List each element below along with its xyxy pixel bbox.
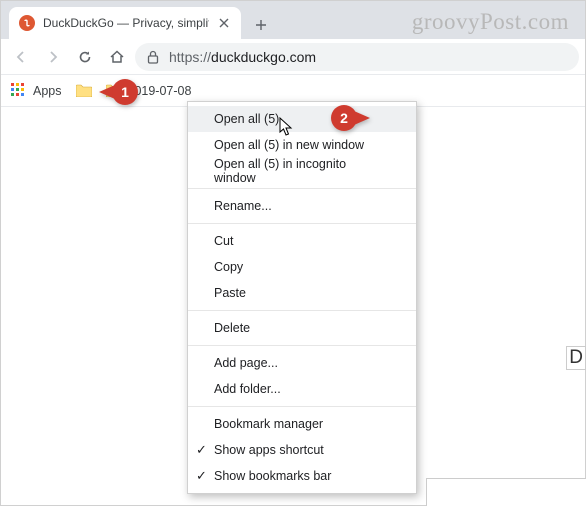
separator (188, 406, 416, 407)
ctx-paste[interactable]: Paste (188, 280, 416, 306)
ctx-rename[interactable]: Rename... (188, 193, 416, 219)
ctx-open-all[interactable]: Open all (5) (188, 106, 416, 132)
watermark-text: groovyPost.com (412, 9, 569, 35)
ctx-delete[interactable]: Delete (188, 315, 416, 341)
apps-shortcut[interactable]: Apps (11, 83, 62, 99)
separator (188, 345, 416, 346)
context-menu: Open all (5) Open all (5) in new window … (187, 101, 417, 494)
separator (188, 310, 416, 311)
callout-1: 1 (99, 79, 138, 105)
apps-label: Apps (33, 84, 62, 98)
ctx-add-page[interactable]: Add page... (188, 350, 416, 376)
ctx-show-bookmarks-bar[interactable]: ✓Show bookmarks bar (188, 463, 416, 489)
ctx-show-apps-shortcut[interactable]: ✓Show apps shortcut (188, 437, 416, 463)
home-button[interactable] (103, 43, 131, 71)
check-icon: ✓ (196, 442, 207, 458)
separator (188, 223, 416, 224)
page-edge-letter: D (566, 346, 586, 370)
page-edge-box (426, 478, 586, 506)
address-bar[interactable]: https://duckduckgo.com (135, 43, 579, 71)
check-icon: ✓ (196, 468, 207, 484)
callout-2: 2 (331, 105, 370, 131)
ctx-cut[interactable]: Cut (188, 228, 416, 254)
ctx-bookmark-manager[interactable]: Bookmark manager (188, 411, 416, 437)
apps-icon (11, 83, 27, 99)
toolbar: https://duckduckgo.com (1, 39, 585, 75)
bookmark-folder-empty[interactable] (76, 84, 92, 97)
browser-tab[interactable]: DuckDuckGo — Privacy, simplifie (9, 7, 241, 39)
separator (188, 188, 416, 189)
ctx-open-all-incognito[interactable]: Open all (5) in incognito window (188, 158, 416, 184)
url-text: https://duckduckgo.com (169, 49, 316, 65)
back-button[interactable] (7, 43, 35, 71)
ctx-open-all-new-window[interactable]: Open all (5) in new window (188, 132, 416, 158)
duckduckgo-favicon (19, 15, 35, 31)
ctx-add-folder[interactable]: Add folder... (188, 376, 416, 402)
folder-icon (76, 84, 92, 97)
lock-icon (147, 50, 161, 64)
reload-button[interactable] (71, 43, 99, 71)
forward-button[interactable] (39, 43, 67, 71)
close-icon[interactable] (217, 16, 231, 30)
tab-title: DuckDuckGo — Privacy, simplifie (43, 16, 209, 30)
ctx-copy[interactable]: Copy (188, 254, 416, 280)
new-tab-button[interactable] (247, 11, 275, 39)
